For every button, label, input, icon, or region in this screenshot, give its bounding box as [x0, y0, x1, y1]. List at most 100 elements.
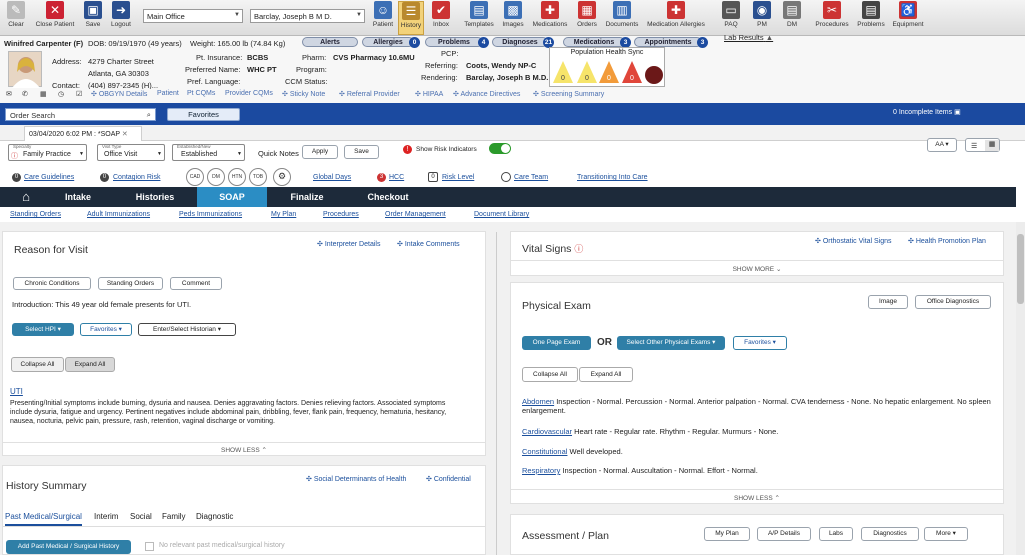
patient-button[interactable]: ☺ Patient — [370, 1, 396, 35]
sdoh-link[interactable]: ✣ Social Determinants of Health — [306, 475, 406, 483]
tab-family[interactable]: Family — [162, 512, 186, 521]
problems-pill[interactable]: Problems 4 — [425, 37, 489, 48]
allergies-pill[interactable]: Allergies 0 — [362, 37, 420, 48]
orders-button[interactable]: ▦ Orders — [574, 1, 600, 35]
save-button[interactable]: ▣ Save — [82, 1, 104, 35]
procedures-button[interactable]: ✂ Procedures — [814, 1, 850, 35]
order-search-input[interactable]: Order Search ⌕ — [5, 108, 156, 121]
medication-allergies-button[interactable]: ✚ Medication Allergies — [644, 1, 708, 35]
chronic-conditions-button[interactable]: Chronic Conditions — [13, 277, 91, 290]
link-obgyn-details[interactable]: ✣ OBGYN Details — [91, 90, 147, 98]
exam-collapse-all-button[interactable]: Collapse All — [522, 367, 578, 382]
clock-icon[interactable]: ◷ — [58, 90, 64, 98]
inbox-button[interactable]: ✔ Inbox — [428, 1, 454, 35]
nav-checkout[interactable]: Checkout — [362, 187, 414, 207]
tab-social[interactable]: Social — [130, 512, 152, 521]
alerts-pill[interactable]: Alerts — [302, 37, 358, 47]
visit-type-select[interactable]: Visit Type Office Visit ▼ — [97, 144, 165, 161]
hcc-link[interactable]: HCC — [389, 174, 404, 181]
population-health-sync[interactable]: Population Health Sync 0 0 0 0 — [549, 47, 665, 87]
link-provider-cqms[interactable]: Provider CQMs — [225, 90, 273, 97]
subnav-order-management[interactable]: Order Management — [385, 211, 446, 218]
my-plan-button[interactable]: My Plan — [704, 527, 750, 541]
equipment-button[interactable]: ♿ Equipment — [890, 1, 926, 35]
orthostatic-vital-signs-link[interactable]: ✣ Orthostatic Vital Signs — [815, 237, 892, 245]
settings-gear-icon[interactable]: ⚙ — [273, 168, 291, 186]
save-quick-notes-button[interactable]: Save — [344, 145, 379, 159]
link-hipaa[interactable]: ✣ HIPAA — [415, 90, 443, 98]
logout-button[interactable]: ➜ Logout — [108, 1, 134, 35]
no-relevant-history-checkbox[interactable] — [145, 542, 154, 551]
interpreter-details-link[interactable]: ✣ Interpreter Details — [317, 240, 380, 248]
global-days-link[interactable]: Global Days — [313, 174, 351, 181]
dm-indicator[interactable]: DM — [207, 168, 225, 186]
link-advance-directives[interactable]: ✣ Advance Directives — [453, 90, 520, 98]
subnav-adult-immunizations[interactable]: Adult Immunizations — [87, 211, 150, 218]
confidential-link[interactable]: ✣ Confidential — [426, 475, 471, 483]
uti-link[interactable]: UTI — [10, 387, 23, 396]
nav-soap[interactable]: SOAP — [197, 187, 267, 207]
favorites-button[interactable]: Favorites — [167, 108, 240, 121]
link-screening-summary[interactable]: ✣ Screening Summary — [533, 90, 604, 98]
provider-select[interactable]: Barclay, Joseph B M D. ▼ — [250, 9, 365, 23]
show-less-toggle[interactable]: SHOW LESS ⌃ — [3, 446, 485, 454]
subnav-peds-immunizations[interactable]: Peds Immunizations — [179, 211, 242, 218]
history-button[interactable]: ☰ History — [398, 1, 424, 35]
respiratory-link[interactable]: Respiratory — [522, 466, 560, 475]
historian-select[interactable]: Enter/Select Historian ▾ — [138, 323, 236, 336]
contagion-risk-link[interactable]: Contagion Risk — [113, 174, 160, 181]
select-other-exams-button[interactable]: Select Other Physical Exams ▾ — [617, 336, 725, 350]
subnav-procedures[interactable]: Procedures — [323, 211, 359, 218]
link-sticky-note[interactable]: ✣ Sticky Note — [282, 90, 325, 98]
envelope-icon[interactable]: ✉ — [6, 90, 12, 98]
nav-histories[interactable]: Histories — [127, 187, 183, 207]
expand-all-button[interactable]: Expand All — [65, 357, 115, 372]
add-past-medical-history-button[interactable]: Add Past Medical / Surgical History — [6, 540, 131, 554]
images-button[interactable]: ▩ Images — [500, 1, 526, 35]
clear-button[interactable]: ✎ Clear — [4, 1, 28, 35]
grid-view-icon[interactable]: ▦ — [985, 140, 999, 151]
intake-comments-link[interactable]: ✣ Intake Comments — [397, 240, 460, 248]
health-promotion-plan-link[interactable]: ✣ Health Promotion Plan — [908, 237, 986, 245]
patient-name[interactable]: Winifred Carpenter (F) — [4, 39, 83, 48]
incomplete-items-link[interactable]: 0 Incomplete Items ▣ — [893, 108, 961, 116]
paq-button[interactable]: ▭ PAQ — [718, 1, 744, 35]
link-pt-cqms[interactable]: Pt CQMs — [187, 90, 215, 97]
close-patient-button[interactable]: ✕ Close Patient — [34, 1, 76, 35]
dm-button[interactable]: ▤ DM — [780, 1, 804, 35]
facility-select[interactable]: Main Office ▼ — [143, 9, 243, 23]
one-page-exam-button[interactable]: One Page Exam — [522, 336, 591, 350]
tob-indicator[interactable]: TOB — [249, 168, 267, 186]
vertical-scrollbar[interactable] — [1016, 222, 1025, 555]
htn-indicator[interactable]: HTN — [228, 168, 246, 186]
select-hpi-button[interactable]: Select HPI ▾ — [12, 323, 74, 336]
pm-button[interactable]: ◉ PM — [750, 1, 774, 35]
link-patient[interactable]: Patient — [157, 90, 179, 97]
labs-button[interactable]: Labs — [819, 527, 853, 541]
lab-results-link[interactable]: Lab Results ▲ — [724, 33, 773, 42]
risk-level-link[interactable]: Risk Level — [442, 174, 474, 181]
exam-favorites-button[interactable]: Favorites ▾ — [733, 336, 787, 350]
standing-orders-button[interactable]: Standing Orders — [98, 277, 163, 290]
tab-past-medical-surgical[interactable]: Past Medical/Surgical — [5, 512, 82, 526]
tab-diagnostic[interactable]: Diagnostic — [196, 512, 233, 521]
layout-toggle[interactable]: ☰ ▦ — [965, 138, 1000, 152]
specialty-select[interactable]: Specialty ⓘ Family Practice ▼ — [8, 144, 87, 161]
collapse-all-button[interactable]: Collapse All — [11, 357, 64, 372]
hpi-favorites-button[interactable]: Favorites ▾ — [80, 323, 132, 336]
medications-button[interactable]: ✚ Medications — [530, 1, 570, 35]
checkbox-icon[interactable]: ☑ — [76, 90, 82, 98]
tab-soap-note[interactable]: 03/04/2020 6:02 PM : *SOAP ✕ — [24, 126, 142, 141]
ap-details-button[interactable]: A/P Details — [757, 527, 811, 541]
image-button[interactable]: Image — [868, 295, 908, 309]
appointments-pill[interactable]: Appointments 3 — [634, 37, 708, 48]
diagnoses-pill[interactable]: Diagnoses 21 — [492, 37, 554, 48]
show-more-toggle[interactable]: SHOW MORE ⌄ — [511, 265, 1003, 273]
care-team-link[interactable]: Care Team — [514, 174, 548, 181]
calculator-icon[interactable]: ▦ — [40, 90, 47, 98]
transitioning-into-care-link[interactable]: Transitioning Into Care — [577, 174, 648, 181]
font-size-select[interactable]: AA ▾ — [927, 138, 957, 152]
phone-icon[interactable]: ✆ — [22, 90, 28, 98]
list-view-icon[interactable]: ☰ — [971, 142, 977, 150]
exam-expand-all-button[interactable]: Expand All — [579, 367, 633, 382]
